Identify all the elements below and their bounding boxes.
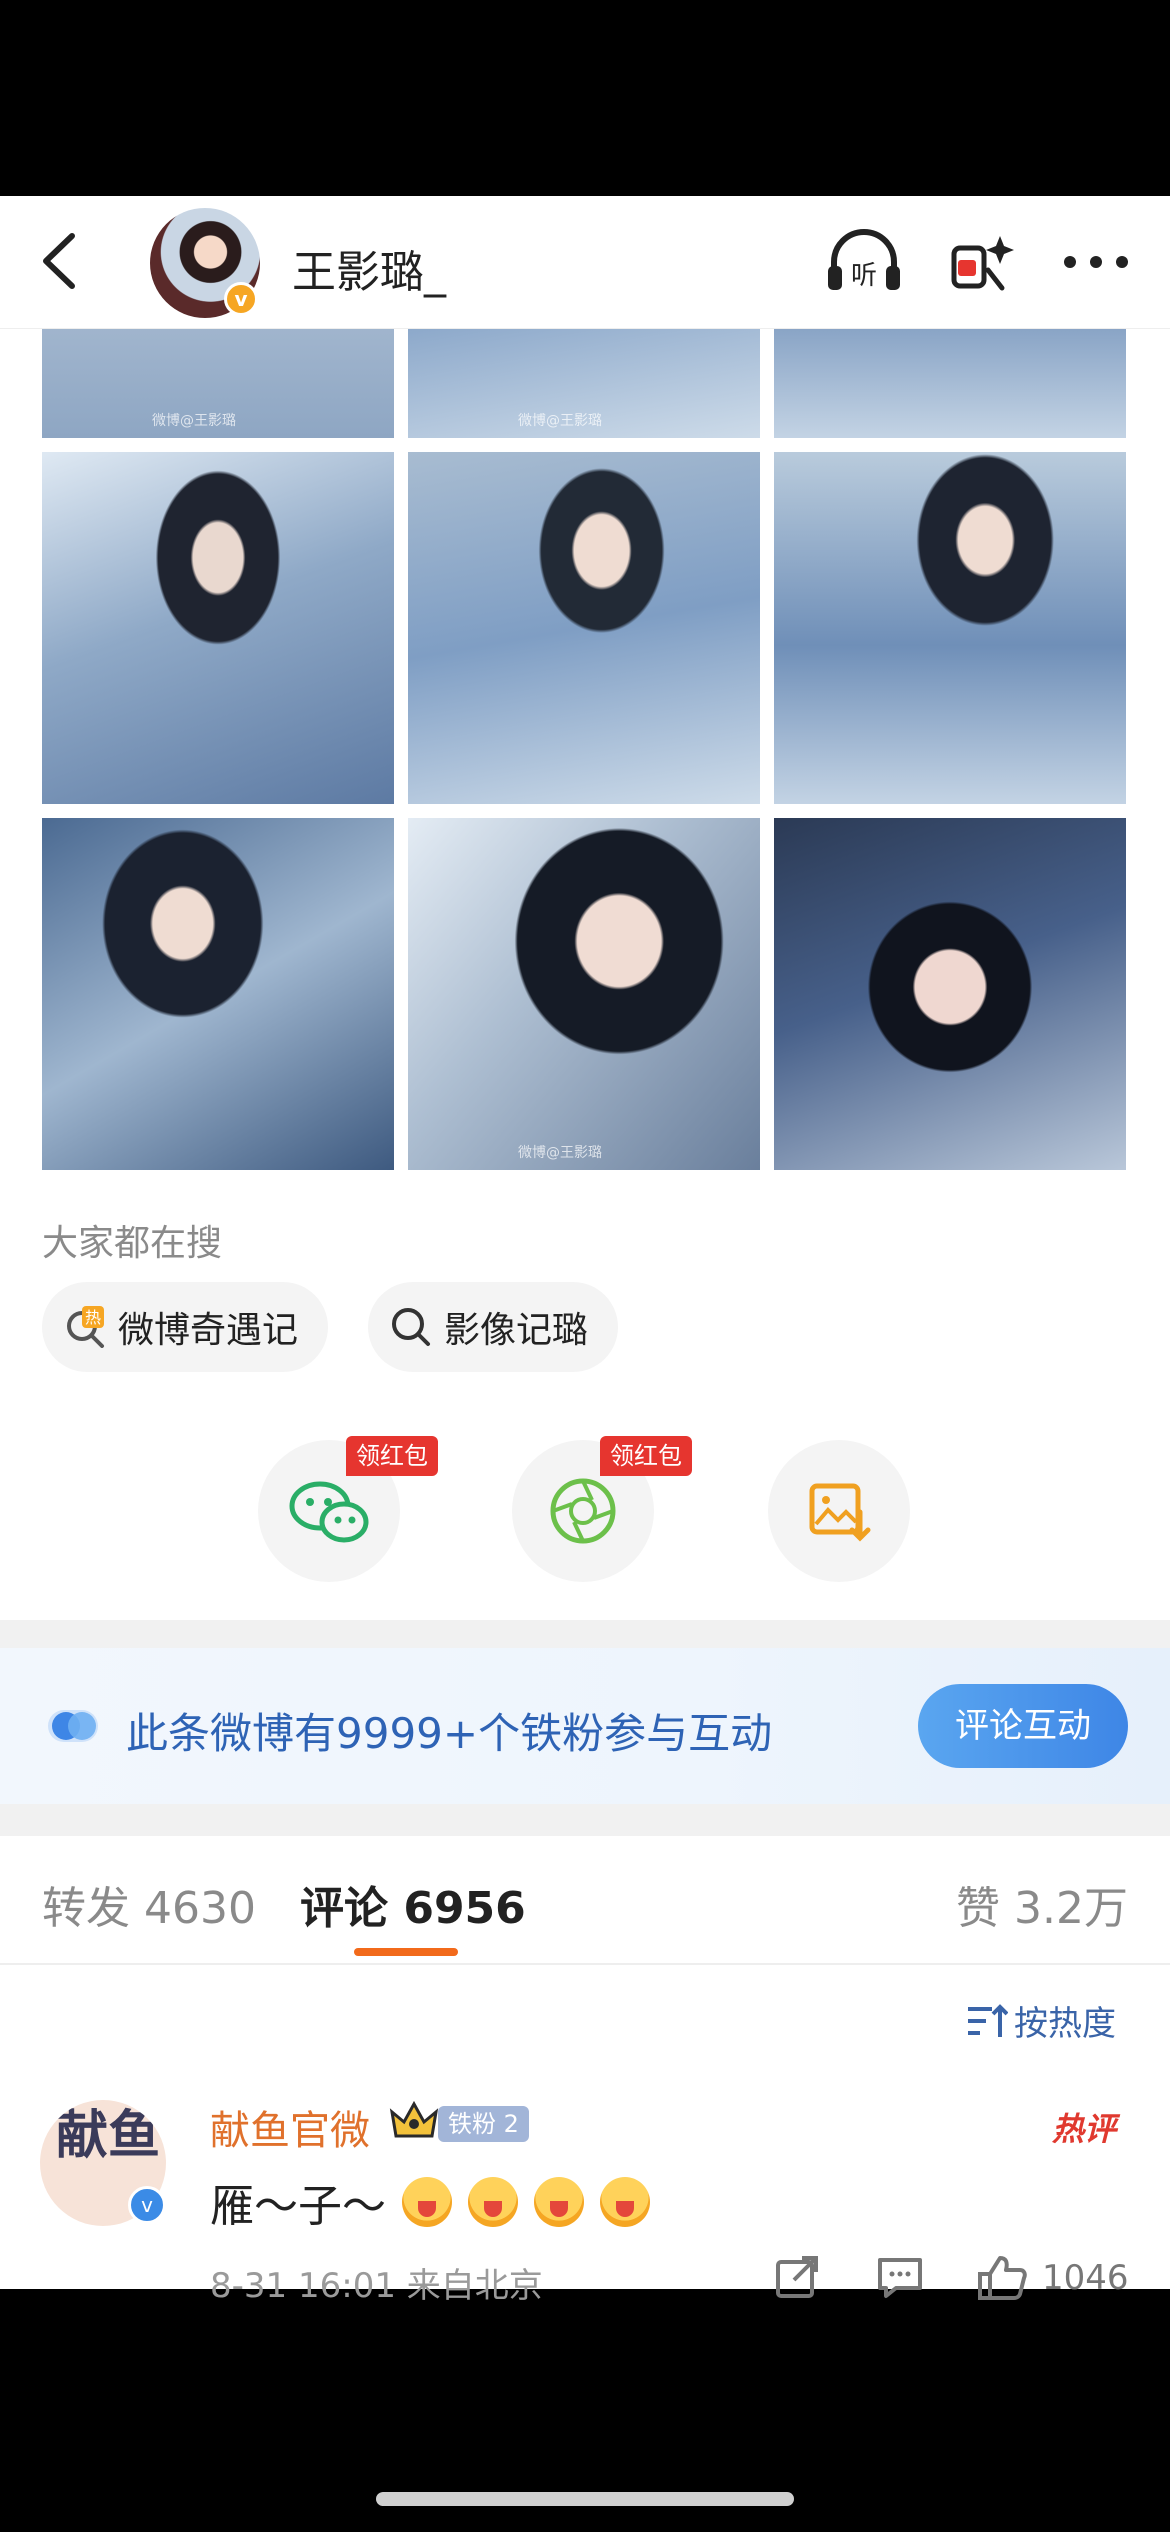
search-chip-weibo-adventure[interactable]: 热 微博奇遇记 (42, 1282, 329, 1372)
tongue-emoji-icon (600, 2177, 650, 2227)
tab-repost-label: 转发 (42, 1883, 130, 1934)
photo-tile[interactable] (42, 818, 394, 1170)
tongue-emoji-icon (534, 2177, 584, 2227)
share-icon[interactable] (774, 2254, 822, 2300)
photo-watermark: 微博@王影璐 (518, 1145, 602, 1161)
tab-divider (0, 1963, 1170, 1965)
comment-interact-button[interactable]: 评论互动 (918, 1684, 1128, 1768)
tab-repost-count: 4630 (144, 1883, 256, 1934)
comment-meta: 8-31 16:01 来自北京 (210, 2266, 543, 2306)
page-title[interactable]: 王影璐_ (292, 236, 446, 300)
verified-badge-icon: v (224, 282, 258, 316)
headphones-listen-icon[interactable]: 听 (824, 226, 904, 298)
more-dots-icon[interactable] (1056, 226, 1136, 298)
comment-author-name[interactable]: 献鱼官微 (210, 2098, 370, 2156)
reply-icon[interactable] (876, 2254, 924, 2300)
red-packet-search-icon[interactable] (944, 226, 1024, 298)
svg-text:听: 听 (851, 261, 877, 291)
active-tab-indicator (354, 1948, 458, 1956)
search-chip-label: 微博奇遇记 (118, 1310, 299, 1351)
photo-tile[interactable] (408, 452, 760, 804)
like-count: 1046 (1042, 2258, 1129, 2298)
top-nav-bar: v 王影璐_ 听 (0, 196, 1170, 329)
iron-fans-banner: 此条微博有9999+个铁粉参与互动 评论互动 (0, 1648, 1170, 1804)
photo-tile[interactable] (774, 818, 1126, 1170)
save-image-button[interactable] (768, 1440, 910, 1582)
section-divider (0, 1804, 1170, 1836)
red-packet-tag: 领红包 (346, 1436, 438, 1476)
comment-text: 雁～子～ (210, 2170, 650, 2234)
tab-likes-label: 赞 (956, 1883, 1000, 1934)
photo-watermark: 微博@王影璐 (152, 413, 236, 429)
hot-comment-tag: 热评 (1052, 2110, 1117, 2148)
banner-text: 此条微博有9999+个铁粉参与互动 (126, 1709, 773, 1758)
tongue-emoji-icon (402, 2177, 452, 2227)
sort-icon (968, 2004, 1009, 2037)
search-chip-image-record[interactable]: 影像记璐 (368, 1282, 619, 1372)
tab-likes[interactable]: 赞 3.2万 (956, 1872, 1128, 1936)
verified-badge-icon: v (128, 2186, 166, 2224)
save-image-icon (809, 1483, 871, 1542)
crown-icon (389, 2100, 439, 2138)
sort-label: 按热度 (1014, 2004, 1116, 2044)
back-arrow-icon[interactable] (28, 226, 98, 296)
tab-comments-label: 评论 (300, 1883, 388, 1934)
tab-likes-count: 3.2万 (1014, 1883, 1128, 1934)
hot-search-icon: 热 (67, 1306, 104, 1348)
photo-tile[interactable]: 微博@王影璐 (408, 818, 760, 1170)
section-divider (0, 1620, 1170, 1648)
photo-tile[interactable] (42, 452, 394, 804)
svg-text:热: 热 (85, 1308, 101, 1327)
tab-comments-count: 6956 (403, 1883, 526, 1934)
search-chip-label: 影像记璐 (444, 1310, 589, 1351)
home-indicator[interactable] (376, 2492, 794, 2506)
red-packet-tag: 领红包 (600, 1436, 692, 1476)
sort-by-hot-button[interactable]: 按热度 (966, 1996, 1116, 2045)
tab-comments[interactable]: 评论 6956 (300, 1872, 526, 1936)
photo-watermark: 微博@王影璐 (518, 413, 602, 429)
like-thumb-icon[interactable] (976, 2254, 1028, 2302)
trending-search-title: 大家都在搜 (42, 1223, 223, 1264)
avatar-logo-text: 献鱼 (56, 2106, 161, 2166)
phone-screen: 微博@王影璐 微博@王影璐 微博@王影璐 v 王影璐_ 听 大家都在搜 热 微博… (0, 0, 1170, 2532)
photo-tile[interactable] (774, 452, 1126, 804)
interaction-toggle-icon (48, 1710, 98, 1742)
search-icon (392, 1308, 430, 1346)
comment-body: 雁～子～ (210, 2181, 386, 2232)
tongue-emoji-icon (468, 2177, 518, 2227)
iron-fan-badge: 铁粉 2 (438, 2106, 529, 2142)
tab-repost[interactable]: 转发 4630 (42, 1872, 256, 1936)
